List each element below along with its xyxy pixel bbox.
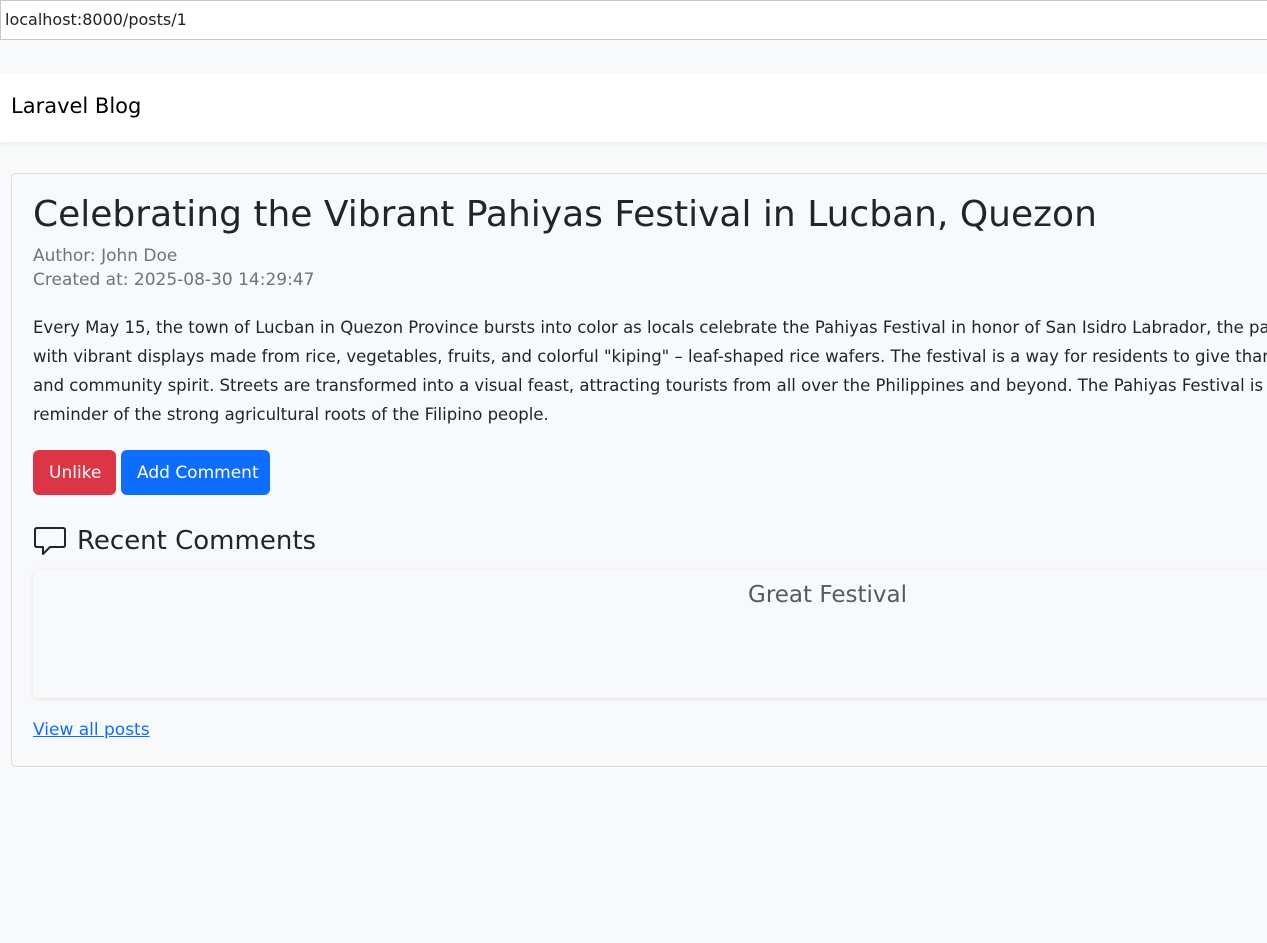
post-title: Celebrating the Vibrant Pahiyas Festival…	[33, 194, 1097, 235]
top-navbar: Laravel Blog	[0, 74, 1267, 142]
browser-address-bar[interactable]: localhost:8000/posts/1	[0, 0, 1267, 40]
add-comment-button[interactable]: Add Comment	[121, 450, 270, 495]
unlike-button[interactable]: Unlike	[33, 450, 116, 495]
navbar-brand[interactable]: Laravel Blog	[11, 94, 141, 118]
post-body: Every May 15, the town of Lucban in Quez…	[33, 313, 1267, 429]
post-body-line: reminder of the strong agricultural root…	[33, 405, 549, 424]
post-body-line: with vibrant displays made from rice, ve…	[33, 347, 1267, 366]
view-all-posts-link[interactable]: View all posts	[33, 720, 150, 740]
post-created-at: Created at: 2025-08-30 14:29:47	[33, 270, 315, 290]
post-card: Celebrating the Vibrant Pahiyas Festival…	[11, 173, 1267, 767]
recent-comments-label: Recent Comments	[77, 526, 317, 556]
address-url[interactable]: localhost:8000/posts/1	[5, 10, 187, 29]
post-body-line: and community spirit. Streets are transf…	[33, 376, 1267, 395]
post-author: Author: John Doe	[33, 246, 178, 266]
chat-icon	[34, 527, 66, 555]
comment-text: Great Festival	[748, 582, 907, 608]
comment-item: Great Festival	[33, 570, 1267, 698]
post-body-line: Every May 15, the town of Lucban in Quez…	[33, 318, 1267, 337]
